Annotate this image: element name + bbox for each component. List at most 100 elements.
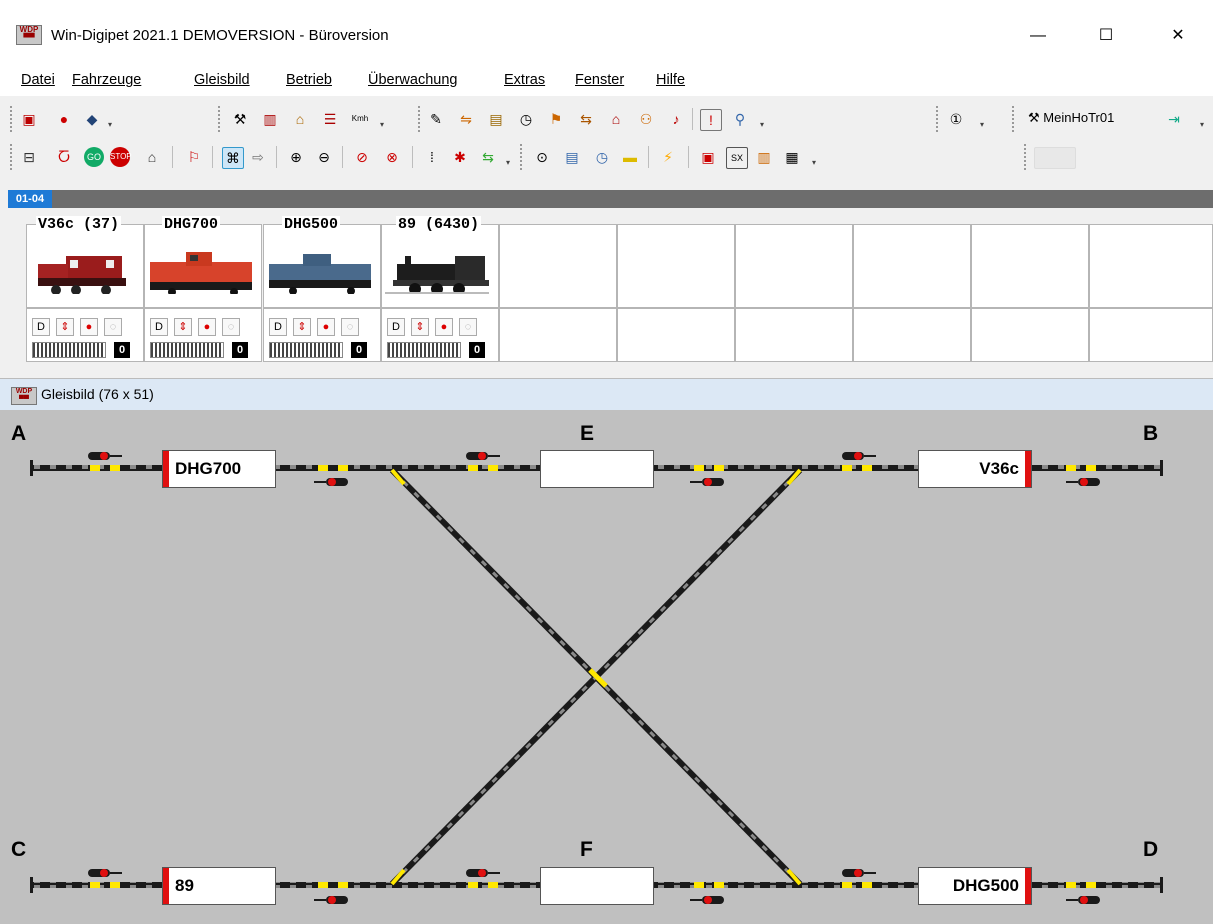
signal[interactable] — [690, 478, 724, 486]
depot-icon[interactable]: ⌂ — [606, 109, 626, 129]
menu-betrieb[interactable]: Betrieb — [286, 72, 332, 88]
empty-loco-slot[interactable] — [617, 224, 735, 308]
function-icon[interactable]: ◌ — [104, 318, 122, 336]
stop-loco-icon[interactable]: ● — [80, 318, 98, 336]
stop-loco-icon[interactable]: ● — [435, 318, 453, 336]
signal[interactable] — [842, 452, 876, 460]
menu-gleisbild[interactable]: Gleisbild — [194, 72, 250, 88]
signal[interactable] — [842, 869, 876, 877]
route-icon[interactable]: ⇋ — [456, 109, 476, 129]
minimize-button[interactable]: — — [1016, 22, 1060, 50]
loco-off-icon[interactable]: ⊘ — [352, 147, 372, 167]
block-v36c[interactable]: V36c — [918, 450, 1032, 488]
database-icon[interactable]: ◆ — [82, 109, 102, 129]
antenna-icon[interactable]: ⌘ — [222, 147, 244, 169]
turnout-icon[interactable]: ✱ — [450, 147, 470, 167]
edit-icon[interactable]: ✎ — [426, 109, 446, 129]
light-toggle-icon[interactable]: D — [32, 318, 50, 336]
menu-datei[interactable]: Datei — [21, 72, 55, 88]
go-icon[interactable]: GO — [84, 147, 104, 167]
light-toggle-icon[interactable]: D — [269, 318, 287, 336]
controller-icon[interactable]: ● — [54, 109, 74, 129]
empty-loco-slot[interactable] — [735, 224, 853, 308]
note-icon[interactable]: ▬ — [620, 147, 640, 167]
speed-slider[interactable] — [32, 342, 106, 358]
list-icon[interactable]: ☰ — [320, 109, 340, 129]
lightning-icon[interactable]: ⚡ — [658, 147, 678, 167]
profile-icon[interactable]: ⚑ — [546, 109, 566, 129]
alert-icon[interactable]: ! — [700, 109, 722, 131]
signal[interactable] — [690, 896, 724, 904]
signal[interactable] — [466, 452, 500, 460]
signal[interactable] — [314, 896, 348, 904]
light-toggle-icon[interactable]: D — [150, 318, 168, 336]
wagon-icon[interactable]: ▥ — [260, 109, 280, 129]
menu-extras[interactable]: Extras — [504, 72, 545, 88]
station-icon[interactable]: ⌂ — [142, 147, 162, 167]
signal[interactable] — [314, 478, 348, 486]
panel-icon[interactable]: ▣ — [698, 147, 718, 167]
block-e[interactable] — [540, 450, 654, 488]
stop-loco-icon[interactable]: ● — [317, 318, 335, 336]
speed-slider[interactable] — [269, 342, 343, 358]
stop-loco-icon[interactable]: ● — [198, 318, 216, 336]
direction-icon[interactable]: ⇕ — [56, 318, 74, 336]
emergency-icon[interactable]: Ⴀ — [54, 147, 74, 167]
all-off-icon[interactable]: ⊗ — [382, 147, 402, 167]
empty-loco-slot[interactable] — [971, 224, 1089, 308]
sx-icon[interactable]: SX — [726, 147, 748, 169]
zoom-out-icon[interactable]: ⊖ — [314, 147, 334, 167]
block-f[interactable] — [540, 867, 654, 905]
empty-loco-slot[interactable] — [499, 224, 617, 308]
signal[interactable] — [88, 869, 122, 877]
direction-icon[interactable]: ⇕ — [411, 318, 429, 336]
pointer-icon[interactable]: ⇨ — [248, 147, 268, 167]
binoculars-icon[interactable]: ⊙ — [532, 147, 552, 167]
zoom-in-icon[interactable]: ⊕ — [286, 147, 306, 167]
menu-fenster[interactable]: Fenster — [575, 72, 624, 88]
profile-button[interactable]: ⚒ MeinHoTr01 — [1028, 110, 1114, 126]
building-icon[interactable]: ⌂ — [290, 109, 310, 129]
direction-icon[interactable]: ⇕ — [293, 318, 311, 336]
function-icon[interactable]: ◌ — [341, 318, 359, 336]
tab-01-04[interactable]: 01-04 — [8, 190, 52, 208]
trip-icon[interactable]: ▤ — [486, 109, 506, 129]
block-dhg700[interactable]: DHG700 — [162, 450, 276, 488]
loco-edit-icon[interactable]: ⚒ — [230, 109, 250, 129]
menu-ueberwachung[interactable]: Überwachung — [368, 72, 457, 88]
light-toggle-icon[interactable]: D — [387, 318, 405, 336]
direction-icon[interactable]: ⇕ — [174, 318, 192, 336]
clock-icon[interactable]: ◷ — [592, 147, 612, 167]
empty-toolbar-button[interactable] — [1034, 147, 1076, 169]
signal[interactable] — [1066, 478, 1100, 486]
stop-icon[interactable]: STOP — [110, 147, 132, 167]
timer-icon[interactable]: ◷ — [516, 109, 536, 129]
function-icon[interactable]: ◌ — [222, 318, 240, 336]
layout-icon[interactable]: ⊟ — [19, 147, 39, 167]
log-icon[interactable]: ▤ — [562, 147, 582, 167]
persons-icon[interactable]: ⚇ — [636, 109, 656, 129]
counter-button[interactable]: ① — [946, 109, 966, 129]
display-icon[interactable]: ▦ — [782, 147, 802, 167]
function-icon[interactable]: ◌ — [459, 318, 477, 336]
block-89[interactable]: 89 — [162, 867, 276, 905]
empty-loco-slot[interactable] — [1089, 224, 1213, 308]
empty-loco-slot[interactable] — [853, 224, 971, 308]
grid-icon[interactable]: ⁞ — [422, 147, 442, 167]
exit-icon[interactable]: ⇥ — [1164, 109, 1184, 129]
speed-slider[interactable] — [150, 342, 224, 358]
signal[interactable] — [1066, 896, 1100, 904]
switch-icon[interactable]: ⇆ — [478, 147, 498, 167]
menu-hilfe[interactable]: Hilfe — [656, 72, 685, 88]
sound-icon[interactable]: ♪ — [666, 109, 686, 129]
search-icon[interactable]: ⚲ — [730, 109, 750, 129]
monitor-icon[interactable]: ▣ — [19, 109, 39, 129]
close-button[interactable]: ✕ — [1156, 22, 1200, 50]
train-control-icon[interactable]: ⚐ — [184, 147, 204, 167]
block-dhg500[interactable]: DHG500 — [918, 867, 1032, 905]
shuttle-icon[interactable]: ⇆ — [576, 109, 596, 129]
signal[interactable] — [466, 869, 500, 877]
signal[interactable] — [88, 452, 122, 460]
menu-fahrzeuge[interactable]: Fahrzeuge — [72, 72, 141, 88]
chart-icon[interactable]: ▥ — [754, 147, 774, 167]
